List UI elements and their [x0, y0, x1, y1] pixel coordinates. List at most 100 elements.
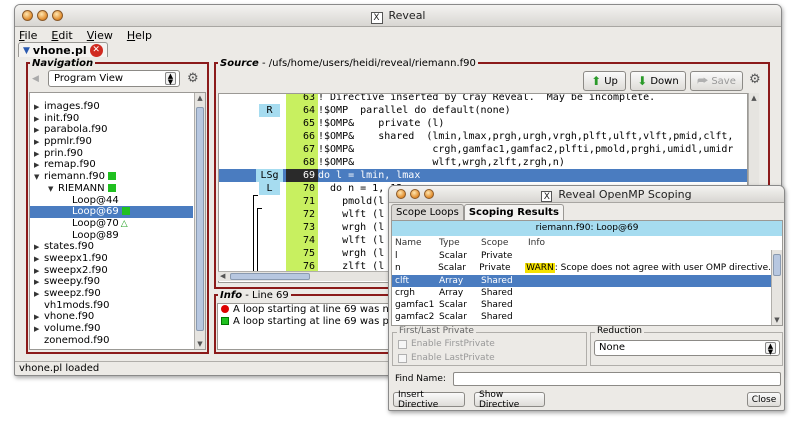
view-select[interactable]: Program View ▲ ▼: [48, 70, 180, 87]
tree-item-label: zonemod.f90: [44, 334, 110, 346]
error-icon: [221, 305, 229, 313]
parallel-status-icon: [108, 172, 117, 181]
code-text: !$OMP& wlft,wrgh,zlft,zrgh,n): [318, 157, 565, 168]
tree-item[interactable]: ▶ prin.f90: [30, 148, 193, 160]
table-row[interactable]: crgh Array Shared: [392, 287, 771, 299]
code-line[interactable]: 67 !$OMP& crgh,gamfac1,gamfac2,plfti,pmol…: [219, 143, 747, 156]
tab-scoping-results[interactable]: Scoping Results: [463, 204, 564, 220]
tree-item-label: prin.f90: [44, 147, 83, 159]
enable-lastprivate-checkbox[interactable]: Enable LastPrivate: [398, 353, 495, 363]
var-scope: Shared: [481, 275, 513, 286]
tree-item[interactable]: ▼ riemann.f90: [30, 171, 193, 183]
nav-back-icon[interactable]: ◀: [32, 74, 39, 84]
code-scroll-left-icon[interactable]: ◀: [220, 272, 225, 280]
tree-scrollbar[interactable]: ▲ ▼: [194, 93, 205, 349]
tab-vhone[interactable]: ▼ vhone.pl ✕: [18, 42, 108, 57]
parallel-status-icon: [121, 207, 130, 216]
code-line[interactable]: R 64 !$OMP parallel do default(none): [219, 104, 747, 117]
menu-help[interactable]: Help: [127, 29, 152, 42]
tree-item[interactable]: ▶ sweepx2.f90: [30, 265, 193, 277]
var-type: Scalar: [439, 251, 467, 261]
tree-item[interactable]: ▶ remap.f90: [30, 159, 193, 171]
tree-item[interactable]: ▶ vhone.f90: [30, 311, 193, 323]
table-row[interactable]: l Scalar Private: [392, 250, 771, 262]
tree-item-label: sweepz.f90: [44, 288, 101, 299]
tree-item[interactable]: Loop@69: [30, 206, 193, 218]
close-button[interactable]: Close: [747, 392, 781, 407]
col-scope[interactable]: Scope: [481, 236, 528, 250]
tree-item-label: images.f90: [44, 101, 100, 112]
info-message[interactable]: A loop starting at line 69 was pa: [218, 316, 395, 328]
scoping-table: riemann.f90: Loop@69 Name Type Scope Inf…: [391, 220, 783, 326]
scoping-scroll-thumb[interactable]: [773, 254, 781, 276]
col-info[interactable]: Info: [528, 236, 782, 250]
tree-item[interactable]: ▶ states.f90: [30, 241, 193, 253]
line-number: 71: [286, 195, 318, 208]
code-line[interactable]: LSg 69 do l = lmin, lmax: [219, 169, 747, 182]
code-text: wrgh (l: [318, 222, 385, 233]
nav-gear-icon[interactable]: ⚙: [187, 71, 199, 86]
tree-item[interactable]: vh1mods.f90: [30, 300, 193, 312]
code-scroll-up-icon[interactable]: ▲: [749, 93, 759, 103]
tree-item[interactable]: Loop@89: [30, 230, 193, 242]
show-directive-button[interactable]: Show Directive: [474, 390, 545, 410]
tree-item[interactable]: ▶ sweepy.f90: [30, 276, 193, 288]
scroll-down-icon[interactable]: ▼: [195, 339, 205, 349]
var-name: n: [395, 263, 401, 274]
line-number: 68: [286, 156, 318, 169]
find-name-input[interactable]: [453, 372, 781, 386]
code-line[interactable]: 68 !$OMP& wlft,wrgh,zlft,zrgh,n): [219, 156, 747, 169]
tab-close-icon[interactable]: ✕: [89, 44, 103, 57]
arrow-up-icon: ⬆: [591, 74, 602, 88]
up-button[interactable]: ⬆ Up: [583, 71, 626, 91]
tab-scope-loops[interactable]: Scope Loops: [391, 204, 464, 220]
menu-file[interactable]: File: [19, 29, 37, 42]
tree-item[interactable]: ▼ RIEMANN: [30, 183, 193, 195]
enable-firstprivate-checkbox[interactable]: Enable FirstPrivate: [398, 339, 495, 349]
tree-item[interactable]: Loop@70 △: [30, 218, 193, 230]
tree-item-label: remap.f90: [44, 159, 96, 171]
tree-item[interactable]: ▶ sweepz.f90: [30, 288, 193, 300]
table-row[interactable]: gamfac1 Scalar Shared: [392, 299, 771, 311]
status-text: vhone.pl loaded: [19, 363, 100, 374]
menu-edit[interactable]: Edit: [51, 29, 72, 42]
insert-directive-button[interactable]: Insert Directive: [393, 390, 465, 410]
reduction-select[interactable]: None ▲ ▼: [594, 340, 780, 356]
main-titlebar[interactable]: X Reveal: [15, 5, 781, 27]
code-line[interactable]: 65 !$OMP& private (l): [219, 117, 747, 130]
find-name-label: Find Name:: [395, 374, 446, 384]
var-name: clft: [395, 275, 409, 286]
var-scope: Shared: [481, 287, 513, 298]
tree-item[interactable]: ▶ parabola.f90: [30, 124, 193, 136]
scoping-scroll-down-icon[interactable]: ▼: [772, 315, 782, 325]
source-gear-icon[interactable]: ⚙: [749, 72, 761, 87]
info-message[interactable]: A loop starting at line 69 was not: [218, 304, 399, 316]
tree-item[interactable]: Loop@44: [30, 195, 193, 207]
table-row[interactable]: gamfac2 Scalar Shared: [392, 311, 771, 323]
tree-item-label: Loop@89: [72, 229, 119, 241]
tree-item[interactable]: ▶ volume.f90: [30, 323, 193, 335]
col-type[interactable]: Type: [439, 236, 481, 250]
tree-item-label: Loop@44: [72, 194, 119, 206]
menu-view[interactable]: View: [87, 29, 113, 42]
tree-item[interactable]: zonemod.f90: [30, 335, 193, 347]
scroll-up-icon[interactable]: ▲: [195, 93, 205, 103]
tree-item[interactable]: ▶ images.f90: [30, 101, 193, 113]
save-button[interactable]: ⮫ Save: [690, 71, 743, 91]
table-row[interactable]: n Scalar Private WARN: Scope does not agree…: [392, 262, 771, 274]
table-row[interactable]: clft Array Shared: [392, 274, 771, 287]
tree-item[interactable]: ▶ sweepx1.f90: [30, 253, 193, 265]
line-number: 72: [286, 208, 318, 221]
down-button[interactable]: ⬇ Down: [630, 71, 686, 91]
tree-scroll-thumb[interactable]: [196, 107, 204, 331]
code-line[interactable]: 63! Directive inserted by Cray Reveal. M…: [219, 94, 747, 104]
line-number: 66: [286, 130, 318, 143]
tree-item[interactable]: ▶ init.f90: [30, 113, 193, 125]
scoping-titlebar[interactable]: X Reveal OpenMP Scoping: [389, 186, 784, 203]
col-name[interactable]: Name: [392, 236, 439, 250]
code-line[interactable]: 66 !$OMP& shared (lmin,lmax,prgh,urgh,vrg…: [219, 130, 747, 143]
code-hscroll-thumb[interactable]: [230, 273, 310, 280]
scoping-scrollbar[interactable]: ▼: [771, 250, 782, 325]
navigation-label: Navigation: [30, 58, 96, 69]
tree-item[interactable]: ▶ ppmlr.f90: [30, 136, 193, 148]
